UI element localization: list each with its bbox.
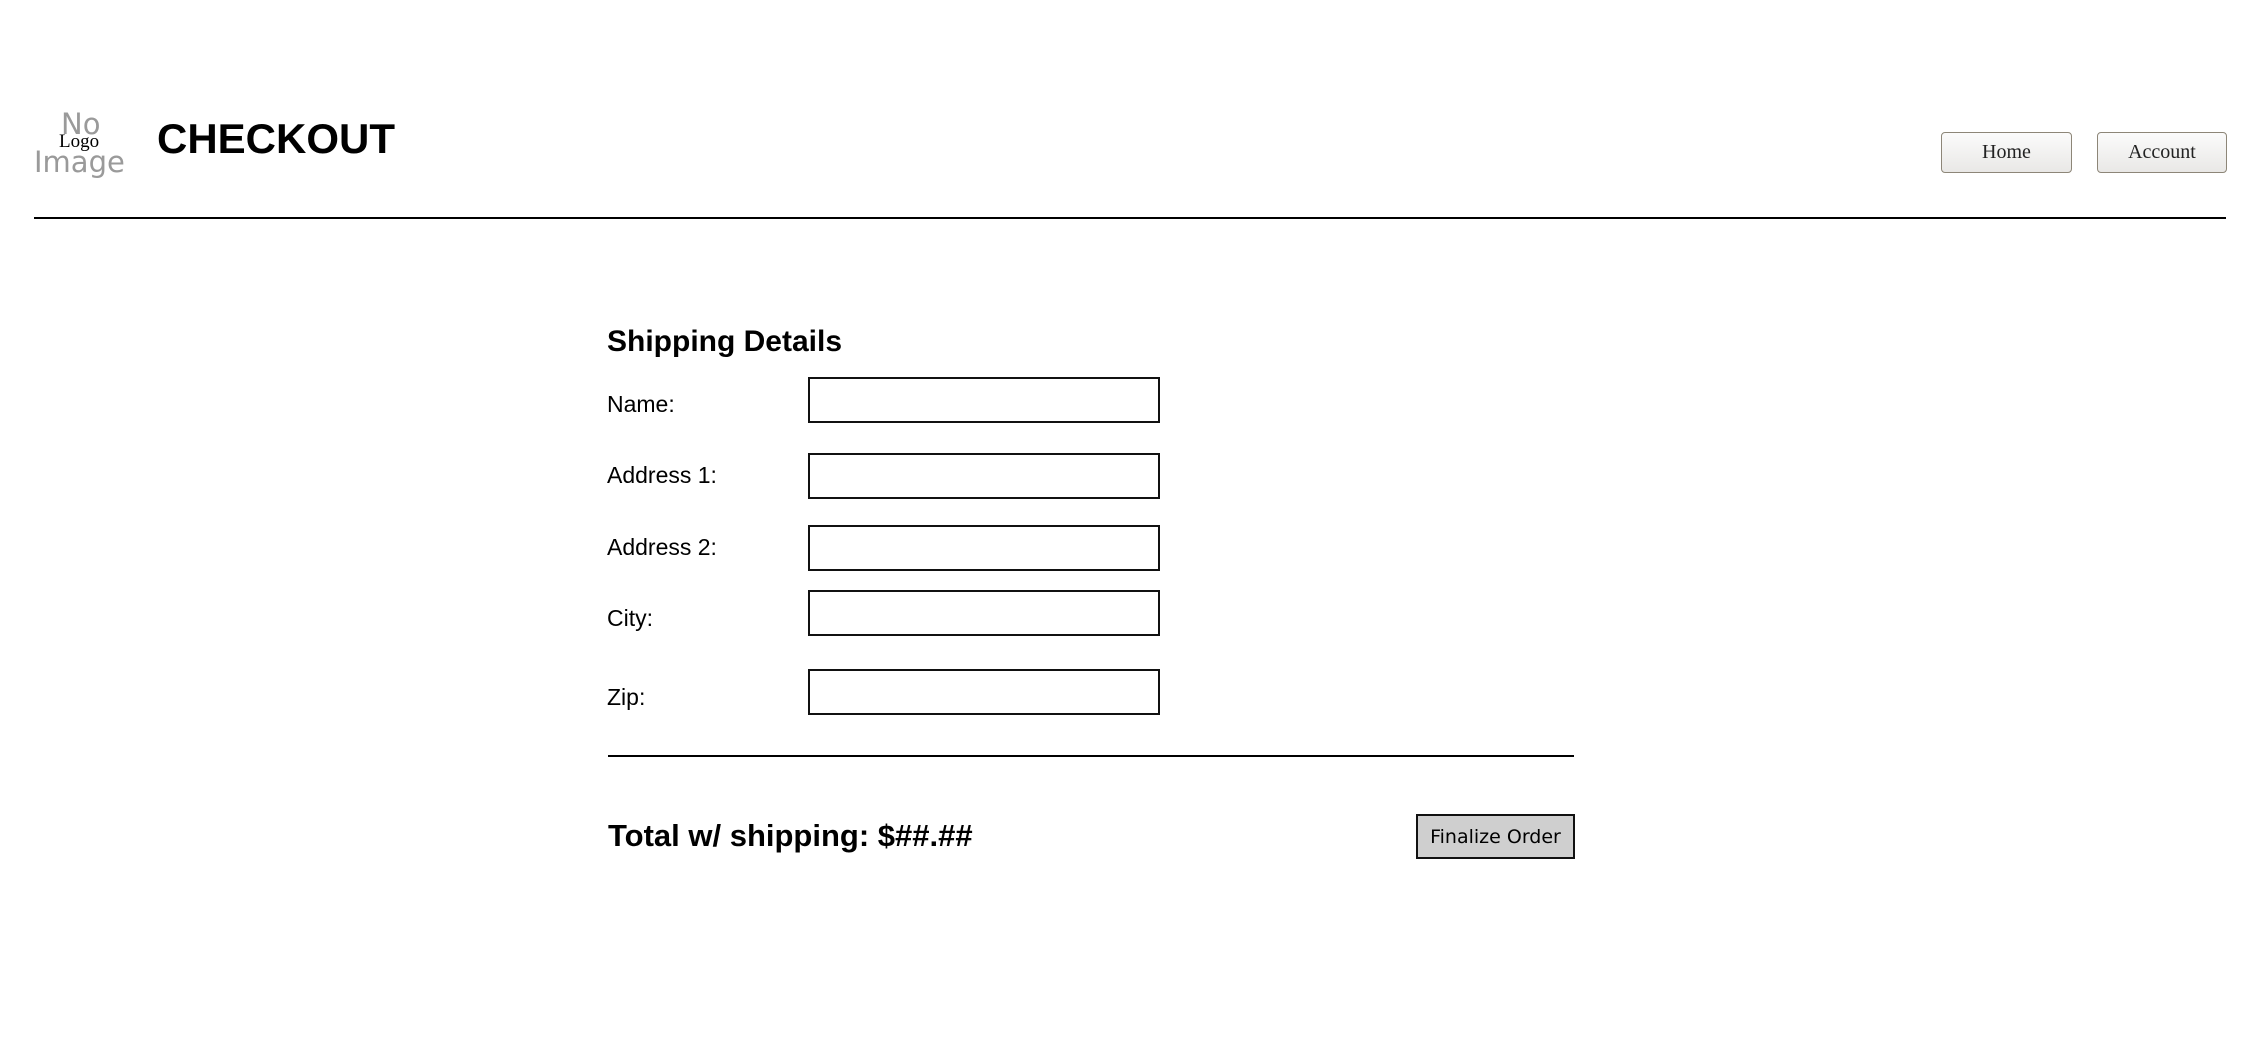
city-label: City: (607, 605, 653, 631)
city-field[interactable] (808, 590, 1160, 636)
order-total: Total w/ shipping: $##.## (608, 818, 973, 853)
name-label: Name: (607, 391, 675, 417)
address1-label: Address 1: (607, 462, 717, 488)
header-divider (34, 217, 2226, 219)
logo-placeholder: No Logo Image (34, 108, 134, 180)
home-button[interactable]: Home (1941, 132, 2072, 173)
address2-label: Address 2: (607, 534, 717, 560)
zip-label: Zip: (607, 684, 646, 710)
page-title: CHECKOUT (157, 115, 395, 162)
address1-field[interactable] (808, 453, 1160, 499)
address2-field[interactable] (808, 525, 1160, 571)
logo-text-image: Image (34, 145, 125, 179)
form-divider (608, 755, 1574, 757)
shipping-details-heading: Shipping Details (607, 325, 843, 358)
name-field[interactable] (808, 377, 1160, 423)
account-button[interactable]: Account (2097, 132, 2227, 173)
finalize-order-button[interactable]: Finalize Order (1416, 814, 1575, 859)
zip-field[interactable] (808, 669, 1160, 715)
